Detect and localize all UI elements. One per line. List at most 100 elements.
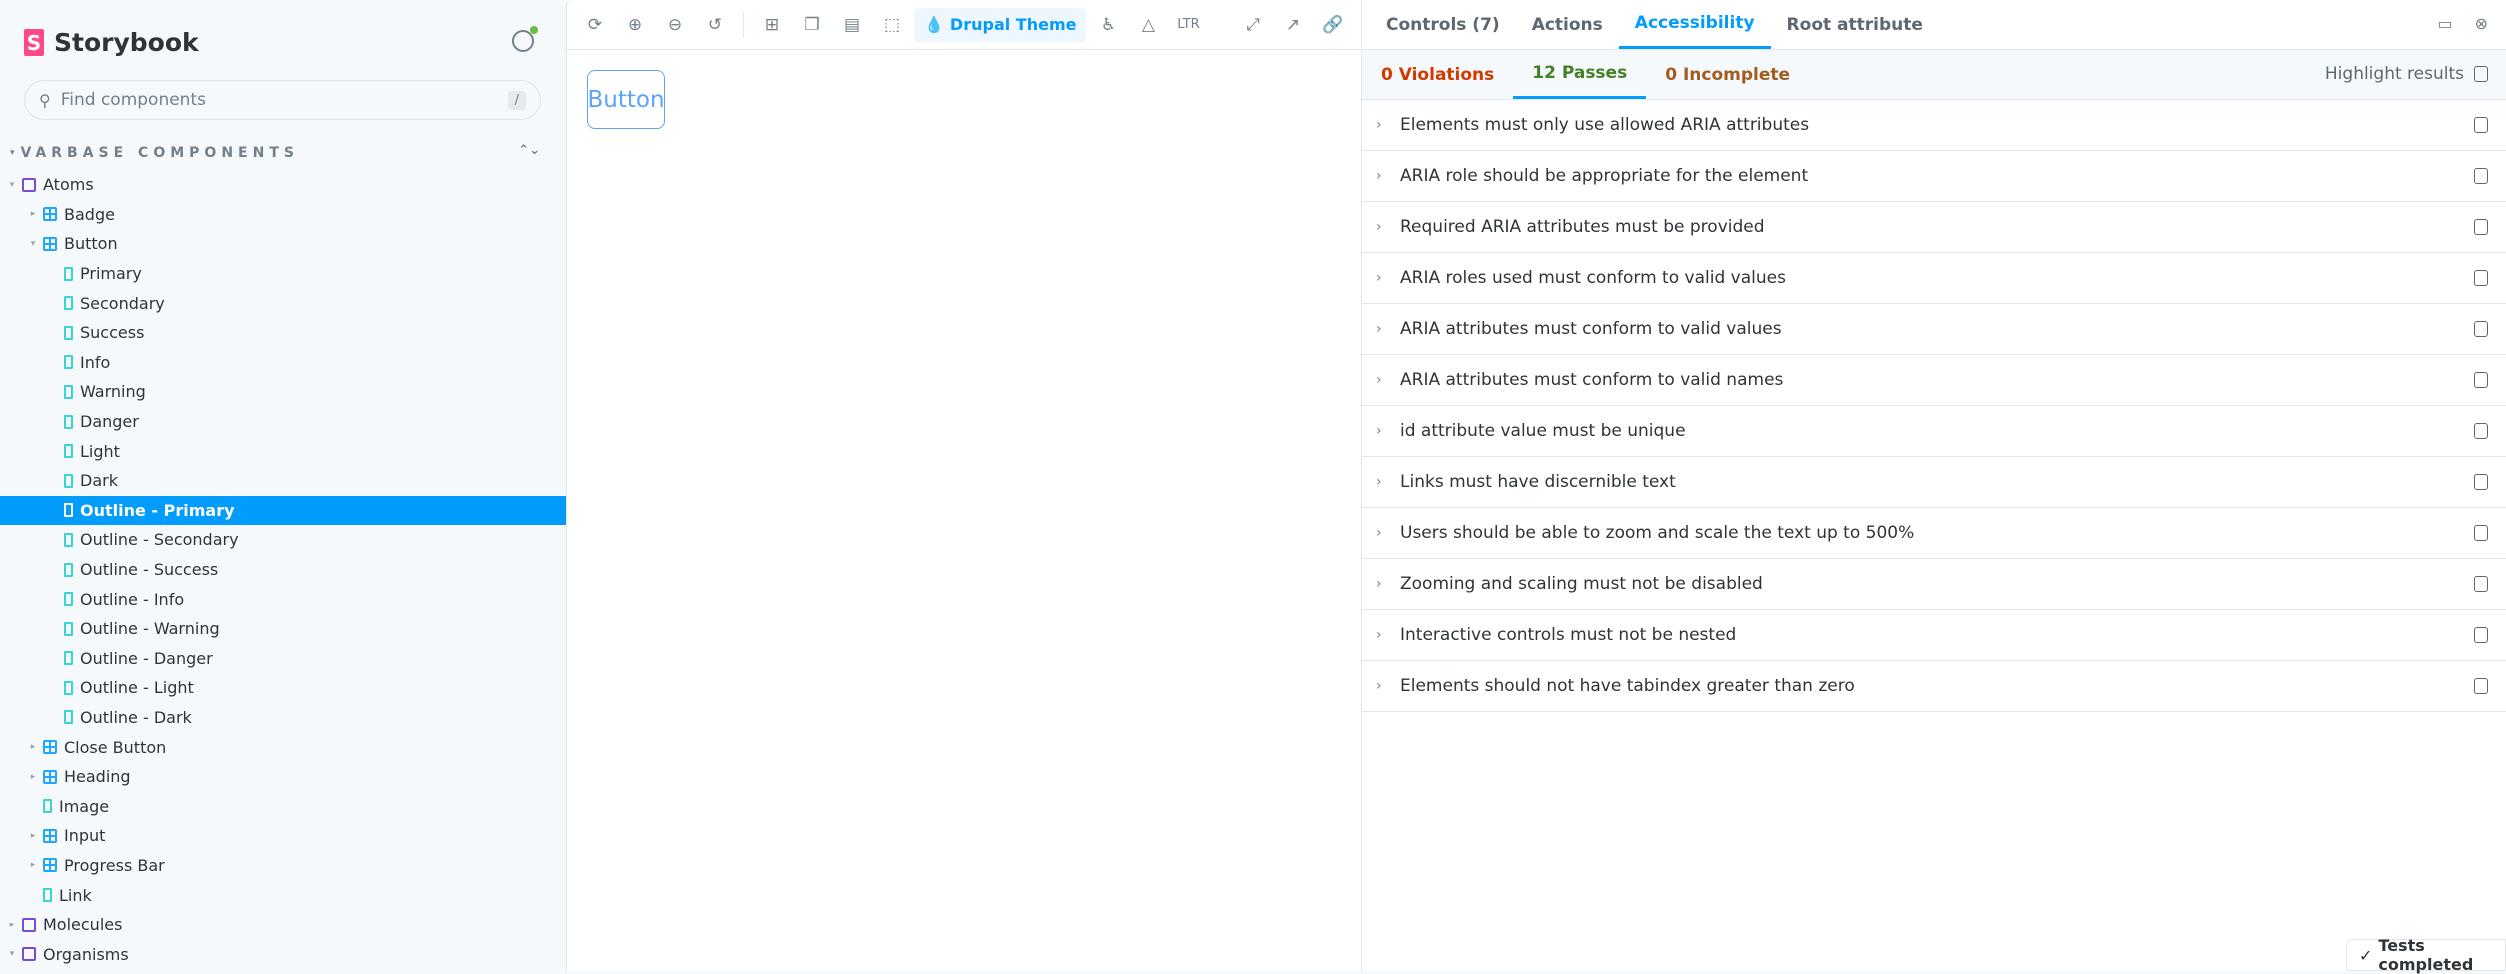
rule-row[interactable]: › ARIA role should be appropriate for the…: [1362, 151, 2506, 202]
outline-icon[interactable]: ⬚: [874, 8, 910, 42]
highlight-results[interactable]: Highlight results: [2325, 64, 2488, 84]
rule-highlight-checkbox[interactable]: [2474, 270, 2488, 286]
sidebar-item[interactable]: Success: [0, 318, 566, 348]
tab-accessibility[interactable]: Accessibility: [1618, 0, 1771, 49]
divider: [743, 11, 744, 38]
sidebar-item[interactable]: ▸ Progress Bar: [0, 851, 566, 881]
zoom-reset-icon[interactable]: ↺: [697, 8, 733, 42]
rule-highlight-checkbox[interactable]: [2474, 576, 2488, 592]
sidebar-item[interactable]: Outline - Success: [0, 555, 566, 585]
direction-toggle[interactable]: LTR: [1170, 8, 1206, 42]
expand-collapse-icon[interactable]: ⌃⌄: [518, 143, 540, 158]
chevron-right-icon: ›: [1376, 117, 1382, 133]
sidebar-item[interactable]: Outline - Info: [0, 584, 566, 614]
theme-selector[interactable]: 💧 Drupal Theme: [914, 7, 1087, 42]
rule-label: Zooming and scaling must not be disabled: [1400, 574, 1763, 594]
accessibility-icon[interactable]: ♿: [1090, 8, 1126, 42]
sidebar-item[interactable]: ▸ Heading: [0, 762, 566, 792]
sidebar-item[interactable]: Outline - Danger: [0, 644, 566, 674]
rule-highlight-checkbox[interactable]: [2474, 474, 2488, 490]
rule-highlight-checkbox[interactable]: [2474, 321, 2488, 337]
sidebar-item[interactable]: ▸ Input: [0, 821, 566, 851]
grid-icon[interactable]: ⊞: [754, 8, 790, 42]
sidebar-item[interactable]: Secondary: [0, 288, 566, 318]
sidebar-item[interactable]: ▾ Atoms: [0, 170, 566, 200]
rule-row[interactable]: › ARIA attributes must conform to valid v…: [1362, 304, 2506, 355]
zoom-out-icon[interactable]: ⊖: [657, 8, 693, 42]
sidebar-item[interactable]: ▸ Molecules: [0, 910, 566, 940]
panel-position-icon[interactable]: ▭: [2437, 14, 2452, 33]
component-icon: [43, 740, 57, 755]
sidebar-item[interactable]: ▾ Organisms: [0, 939, 566, 969]
sidebar-item[interactable]: Danger: [0, 407, 566, 437]
sidebar-item[interactable]: Light: [0, 436, 566, 466]
reload-icon[interactable]: ⟳: [577, 8, 613, 42]
component-icon: [43, 858, 57, 873]
rule-row[interactable]: › Elements must only use allowed ARIA att…: [1362, 100, 2506, 151]
sidebar-item[interactable]: ▾ Button: [0, 229, 566, 259]
sidebar-item[interactable]: Dark: [0, 466, 566, 496]
background-icon[interactable]: ❐: [794, 8, 830, 42]
sidebar-item[interactable]: ▸ Close Button: [0, 732, 566, 762]
bookmark-icon: [64, 384, 73, 399]
rule-label: id attribute value must be unique: [1400, 421, 1686, 441]
sidebar-item-label: Outline - Light: [80, 678, 194, 698]
rule-highlight-checkbox[interactable]: [2474, 117, 2488, 133]
chevron-right-icon: ›: [1376, 423, 1382, 439]
rule-row[interactable]: › Zooming and scaling must not be disable…: [1362, 559, 2506, 610]
fullscreen-icon[interactable]: ⤢: [1235, 8, 1271, 42]
storybook-logo[interactable]: S Storybook: [24, 28, 199, 57]
rule-row[interactable]: › Links must have discernible text: [1362, 457, 2506, 508]
sidebar-item[interactable]: Primary: [0, 259, 566, 289]
rule-row[interactable]: › Interactive controls must not be nested: [1362, 610, 2506, 661]
tab-root-attribute[interactable]: Root attribute: [1771, 0, 1939, 49]
measure-icon[interactable]: △: [1130, 8, 1166, 42]
bookmark-icon: [43, 888, 52, 903]
folder-icon: [22, 177, 36, 192]
rule-row[interactable]: › ARIA roles used must conform to valid v…: [1362, 253, 2506, 304]
rule-highlight-checkbox[interactable]: [2474, 678, 2488, 694]
bookmark-icon: [64, 325, 73, 340]
close-icon[interactable]: ⊗: [2475, 14, 2488, 33]
settings-gear-icon[interactable]: [512, 26, 538, 52]
zoom-in-icon[interactable]: ⊕: [617, 8, 653, 42]
ruler-icon[interactable]: ▤: [834, 8, 870, 42]
copy-link-icon[interactable]: 🔗: [1315, 8, 1351, 42]
sidebar-item[interactable]: Outline - Warning: [0, 614, 566, 644]
tab-controls[interactable]: Controls (7): [1370, 0, 1516, 49]
highlight-checkbox[interactable]: [2474, 66, 2488, 82]
sidebar-item[interactable]: Outline - Light: [0, 673, 566, 703]
sidebar-item[interactable]: Image: [0, 791, 566, 821]
rule-row[interactable]: › Users should be able to zoom and scale …: [1362, 508, 2506, 559]
tab-passes[interactable]: 12 Passes: [1513, 50, 1647, 99]
sidebar-item[interactable]: Info: [0, 348, 566, 378]
bookmark-icon: [64, 592, 73, 607]
tab-incomplete[interactable]: 0 Incomplete: [1646, 50, 1809, 99]
sidebar-item[interactable]: Outline - Primary: [0, 495, 566, 526]
sidebar-item[interactable]: Outline - Dark: [0, 703, 566, 733]
sidebar-item[interactable]: Link: [0, 880, 566, 910]
rule-highlight-checkbox[interactable]: [2474, 525, 2488, 541]
rule-row[interactable]: › Required ARIA attributes must be provid…: [1362, 202, 2506, 253]
rule-highlight-checkbox[interactable]: [2474, 219, 2488, 235]
rule-row[interactable]: › ARIA attributes must conform to valid n…: [1362, 355, 2506, 406]
sidebar-item[interactable]: Outline - Secondary: [0, 525, 566, 555]
rule-row[interactable]: › id attribute value must be unique: [1362, 406, 2506, 457]
chevron-right-icon: ›: [1376, 525, 1382, 541]
tab-actions[interactable]: Actions: [1516, 0, 1619, 49]
sidebar-item[interactable]: Warning: [0, 377, 566, 407]
section-header[interactable]: ▾ VARBASE COMPONENTS ⌃⌄: [10, 143, 540, 163]
search-input[interactable]: [60, 90, 498, 110]
rule-highlight-checkbox[interactable]: [2474, 627, 2488, 643]
storybook-icon: S: [24, 29, 44, 56]
bookmark-icon: [64, 562, 73, 577]
story-button[interactable]: Button: [587, 70, 665, 129]
rule-highlight-checkbox[interactable]: [2474, 372, 2488, 388]
tab-violations[interactable]: 0 Violations: [1362, 50, 1513, 99]
sidebar-item-label: Input: [64, 826, 106, 846]
sidebar-item[interactable]: ▸ Badge: [0, 200, 566, 230]
rule-highlight-checkbox[interactable]: [2474, 423, 2488, 439]
rule-row[interactable]: › Elements should not have tabindex great…: [1362, 661, 2506, 712]
rule-highlight-checkbox[interactable]: [2474, 168, 2488, 184]
open-new-tab-icon[interactable]: ↗: [1275, 8, 1311, 42]
